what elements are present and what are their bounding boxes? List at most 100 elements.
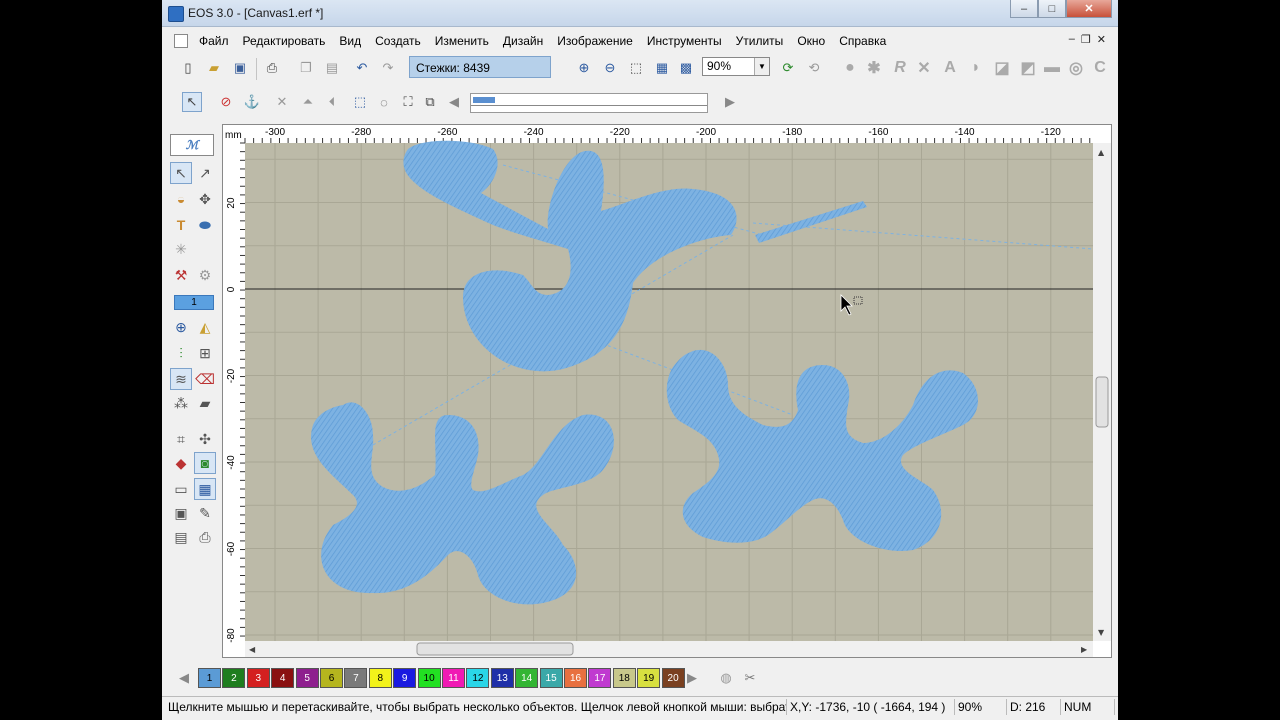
close-button[interactable]: ✕ — [1066, 0, 1112, 18]
menu-window[interactable]: Окно — [797, 34, 825, 48]
menu-create[interactable]: Создать — [375, 34, 421, 48]
lasso-icon[interactable]: ◌ — [374, 92, 394, 112]
gear-icon[interactable]: ⚙ — [194, 264, 216, 286]
mirror-horizontal-icon[interactable]: ⏴ — [322, 92, 342, 112]
arc-icon[interactable]: C — [1090, 58, 1110, 78]
shape-tool-icon[interactable]: ◒ — [170, 188, 192, 210]
thread-chart-icon[interactable]: ◍ — [716, 668, 736, 688]
letter-a-icon[interactable]: A — [940, 58, 960, 78]
minimize-button[interactable]: – — [1010, 0, 1038, 18]
palette-swatch-5[interactable]: 5 — [295, 668, 319, 688]
cross-icon[interactable]: ✕ — [914, 58, 934, 78]
palette-swatch-2[interactable]: 2 — [222, 668, 246, 688]
palette-next-icon[interactable]: ▶ — [682, 668, 702, 688]
shape-icon[interactable]: ● — [840, 58, 860, 78]
horizontal-scroll-thumb[interactable] — [416, 642, 574, 656]
zoom-out-icon[interactable]: ⊖ — [600, 58, 620, 78]
eraser-icon[interactable]: ⌫ — [194, 368, 216, 390]
palette-swatch-6[interactable]: 6 — [320, 668, 343, 688]
document-icon[interactable] — [174, 34, 188, 48]
horizontal-scrollbar[interactable] — [245, 641, 1093, 657]
design-canvas[interactable]: mm -300 -280 -260 -240 -220 -200 -180 -160 -140-… — [222, 124, 1112, 658]
paste-icon[interactable]: ▤ — [322, 58, 342, 78]
hammer-icon[interactable]: ⚒ — [170, 264, 192, 286]
redo-icon[interactable]: ↷ — [378, 58, 398, 78]
new-file-icon[interactable]: ▯ — [178, 58, 198, 78]
chevron-down-icon[interactable]: ▼ — [754, 58, 769, 75]
palette-swatch-12[interactable]: 12 — [466, 668, 490, 688]
menu-edit[interactable]: Редактировать — [243, 34, 326, 48]
palette-swatch-1[interactable]: 1 — [198, 668, 221, 688]
zoom-fit-icon[interactable]: ▦ — [652, 58, 672, 78]
previous-stitch-icon[interactable]: ◀ — [444, 92, 464, 112]
printer-icon[interactable]: ⎙ — [194, 526, 216, 548]
undo-icon[interactable]: ↶ — [352, 58, 372, 78]
palette-swatch-16[interactable]: 16 — [564, 668, 587, 688]
menu-image[interactable]: Изображение — [557, 34, 633, 48]
pattern-icon[interactable]: ▬ — [1042, 58, 1062, 78]
wave-icon[interactable]: ◩ — [1018, 58, 1038, 78]
rect-select-icon[interactable]: ⬚ — [350, 92, 370, 112]
digitize-icon[interactable]: ✥ — [194, 188, 216, 210]
image-icon[interactable]: ▣ — [170, 502, 192, 524]
open-folder-icon[interactable]: ▰ — [204, 58, 224, 78]
palette-swatch-13[interactable]: 13 — [490, 668, 514, 688]
palette-swatch-17[interactable]: 17 — [588, 668, 612, 688]
save-icon[interactable]: ▣ — [230, 58, 250, 78]
palette-swatch-18[interactable]: 18 — [612, 668, 636, 688]
menu-help[interactable]: Справка — [839, 34, 886, 48]
zoom-selection-icon[interactable]: ⬚ — [626, 58, 646, 78]
mirror-vertical-icon[interactable]: ⏶ — [298, 92, 318, 112]
grid-tool-icon[interactable]: ⊞ — [194, 342, 216, 364]
transform-icon[interactable]: ⛶ — [398, 92, 418, 112]
menu-utilities[interactable]: Утилиты — [736, 34, 784, 48]
scroll-up-icon[interactable]: ▲ — [1098, 148, 1105, 157]
bubble-icon[interactable]: ◗ — [966, 58, 986, 78]
select-pointer-icon[interactable]: ↖ — [182, 92, 202, 112]
palette-swatch-9[interactable]: 9 — [393, 668, 417, 688]
move-icon[interactable]: ✣ — [194, 428, 216, 450]
refresh-icon[interactable]: ⟳ — [778, 58, 798, 78]
zoom-in-icon[interactable]: ⊕ — [574, 58, 594, 78]
chart-icon[interactable]: ⫶ — [170, 342, 192, 364]
node-edit-icon[interactable]: ↗ — [194, 162, 216, 184]
hoop-icon[interactable]: ◙ — [194, 452, 216, 474]
ruler-icon[interactable]: ▤ — [170, 526, 192, 548]
no-stitch-icon[interactable]: ⊘ — [216, 92, 236, 112]
mdi-close-button[interactable]: ✕ — [1097, 33, 1106, 46]
next-stitch-icon[interactable]: ▶ — [720, 92, 740, 112]
color-erase-icon[interactable]: ◆ — [170, 452, 192, 474]
text-tool-icon[interactable]: T — [170, 214, 192, 236]
spiral-icon[interactable]: ◎ — [1066, 58, 1086, 78]
redraw-icon[interactable]: ⟲ — [804, 58, 824, 78]
scroll-left-icon[interactable]: ◀ — [249, 645, 256, 654]
canvas-svg[interactable]: mm -300 -280 -260 -240 -220 -200 -180 -160 -140-… — [223, 125, 1111, 657]
mdi-restore-button[interactable]: ❐ — [1081, 33, 1091, 46]
stitch-path-icon[interactable]: ≋ — [170, 368, 192, 390]
palette-swatch-19[interactable]: 19 — [637, 668, 661, 688]
group-icon[interactable]: ⧉ — [420, 92, 440, 112]
maximize-button[interactable]: □ — [1038, 0, 1066, 18]
palette-swatch-7[interactable]: 7 — [344, 668, 368, 688]
palette-swatch-4[interactable]: 4 — [271, 668, 295, 688]
texture-icon[interactable]: ✱ — [864, 58, 884, 78]
stitch-slider[interactable] — [470, 93, 708, 113]
brush-icon[interactable]: ◪ — [992, 58, 1012, 78]
select-tool-icon[interactable]: ↖ — [170, 162, 192, 184]
palette-swatch-14[interactable]: 14 — [515, 668, 539, 688]
zoom-select[interactable]: 90% ▼ — [702, 57, 770, 76]
mdi-minimize-button[interactable]: – — [1069, 33, 1075, 46]
r-icon[interactable]: R — [890, 58, 910, 78]
menu-tools[interactable]: Инструменты — [647, 34, 722, 48]
menu-design[interactable]: Дизайн — [503, 34, 543, 48]
scroll-right-icon[interactable]: ▶ — [1081, 645, 1088, 654]
fill-pattern-icon[interactable]: ⁂ — [170, 392, 192, 414]
measure-icon[interactable]: ◭ — [194, 316, 216, 338]
ellipse-tool-icon[interactable]: ⬬ — [194, 214, 216, 236]
edit-image-icon[interactable]: ✎ — [194, 502, 216, 524]
menu-modify[interactable]: Изменить — [435, 34, 489, 48]
palette-swatch-15[interactable]: 15 — [539, 668, 563, 688]
vertical-scroll-thumb[interactable] — [1095, 376, 1109, 428]
palette-swatch-11[interactable]: 11 — [442, 668, 465, 688]
align-icon[interactable]: ⌗ — [170, 428, 192, 450]
